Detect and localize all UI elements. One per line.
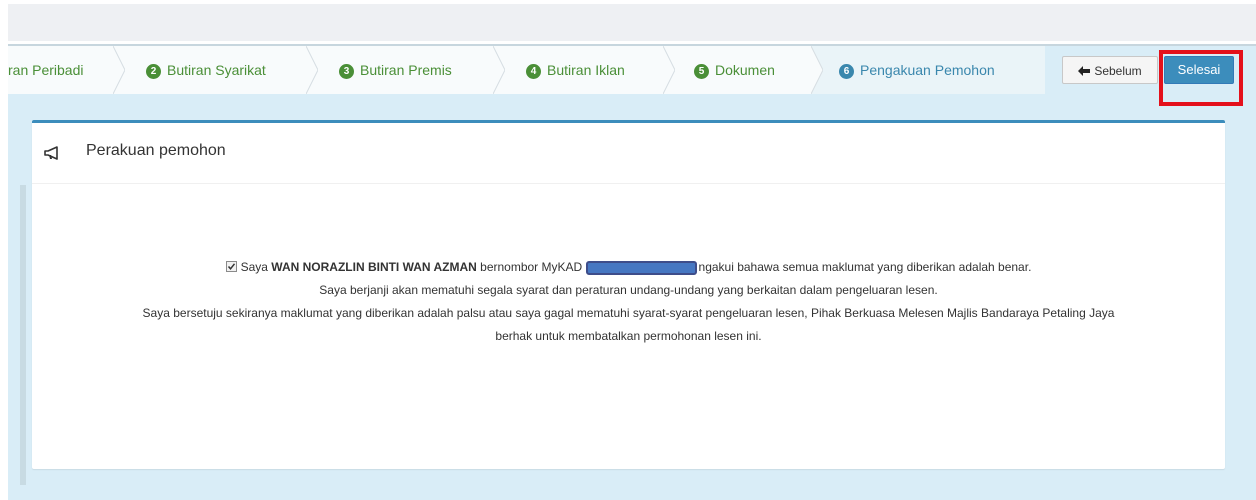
previous-button[interactable]: Sebelum xyxy=(1062,56,1158,84)
main-content: ran Peribadi 2 Butiran Syarikat 3 Butiran … xyxy=(8,44,1256,500)
declaration-line-2: Saya berjanji akan mematuhi segala syara… xyxy=(319,283,938,297)
step-butiran-iklan[interactable]: 4 Butiran Iklan xyxy=(526,46,625,94)
step-butiran-premis[interactable]: 3 Butiran Premis xyxy=(339,46,452,94)
finish-button-label: Selesai xyxy=(1177,62,1221,77)
top-bar xyxy=(0,0,1256,43)
finish-button[interactable]: Selesai xyxy=(1164,56,1234,84)
step-label: ran Peribadi xyxy=(8,62,84,78)
step-number: 4 xyxy=(526,64,541,79)
declaration-line-4: berhak untuk membatalkan permohonan lese… xyxy=(495,329,762,343)
step-separator-icon xyxy=(306,46,318,94)
declaration-line-3: Saya bersetuju sekiranya maklumat yang d… xyxy=(142,306,1115,320)
wizard-steps: ran Peribadi 2 Butiran Syarikat 3 Butiran … xyxy=(8,46,1045,94)
checkmark-icon xyxy=(227,263,235,270)
bullhorn-icon xyxy=(44,145,60,161)
step-label: Butiran Syarikat xyxy=(167,62,266,78)
step-pengakuan-pemohon[interactable]: 6 Pengakuan Pemohon xyxy=(839,46,995,94)
step-label: Butiran Iklan xyxy=(547,62,625,78)
step-butiran-syarikat[interactable]: 2 Butiran Syarikat xyxy=(146,46,266,94)
panel-title: Perakuan pemohon xyxy=(86,142,226,159)
scroll-track[interactable] xyxy=(20,185,26,485)
step-number: 5 xyxy=(694,64,709,79)
panel-header: Perakuan pemohon xyxy=(32,123,1225,184)
top-strip xyxy=(8,4,1256,41)
previous-button-label: Sebelum xyxy=(1094,64,1142,78)
applicant-name: WAN NORAZLIN BINTI WAN AZMAN xyxy=(271,260,477,274)
declaration-text-c: ngakui bahawa semua maklumat yang diberi… xyxy=(698,260,1032,274)
step-separator-icon xyxy=(811,46,823,94)
declaration-panel: Perakuan pemohon Saya WAN NORAZLIN BINTI… xyxy=(32,120,1225,469)
redacted-mykad xyxy=(585,261,697,275)
step-butiran-peribadi[interactable]: ran Peribadi xyxy=(8,46,84,94)
step-dokumen[interactable]: 5 Dokumen xyxy=(694,46,775,94)
declaration-line-1: Saya WAN NORAZLIN BINTI WAN AZMAN bernom… xyxy=(32,256,1225,279)
step-label: Butiran Premis xyxy=(360,62,452,78)
arrow-left-icon xyxy=(1078,58,1091,86)
step-label: Pengakuan Pemohon xyxy=(860,62,995,78)
step-separator-icon xyxy=(663,46,675,94)
step-number: 2 xyxy=(146,64,161,79)
declaration-text-a: Saya xyxy=(240,260,272,274)
step-separator-icon xyxy=(113,46,125,94)
agree-checkbox[interactable] xyxy=(225,261,237,272)
declaration-text: Saya WAN NORAZLIN BINTI WAN AZMAN bernom… xyxy=(32,256,1225,348)
step-separator-icon xyxy=(493,46,505,94)
declaration-text-b: bernombor MyKAD xyxy=(476,260,586,274)
step-number: 3 xyxy=(339,64,354,79)
step-number: 6 xyxy=(839,64,854,79)
step-label: Dokumen xyxy=(715,62,775,78)
